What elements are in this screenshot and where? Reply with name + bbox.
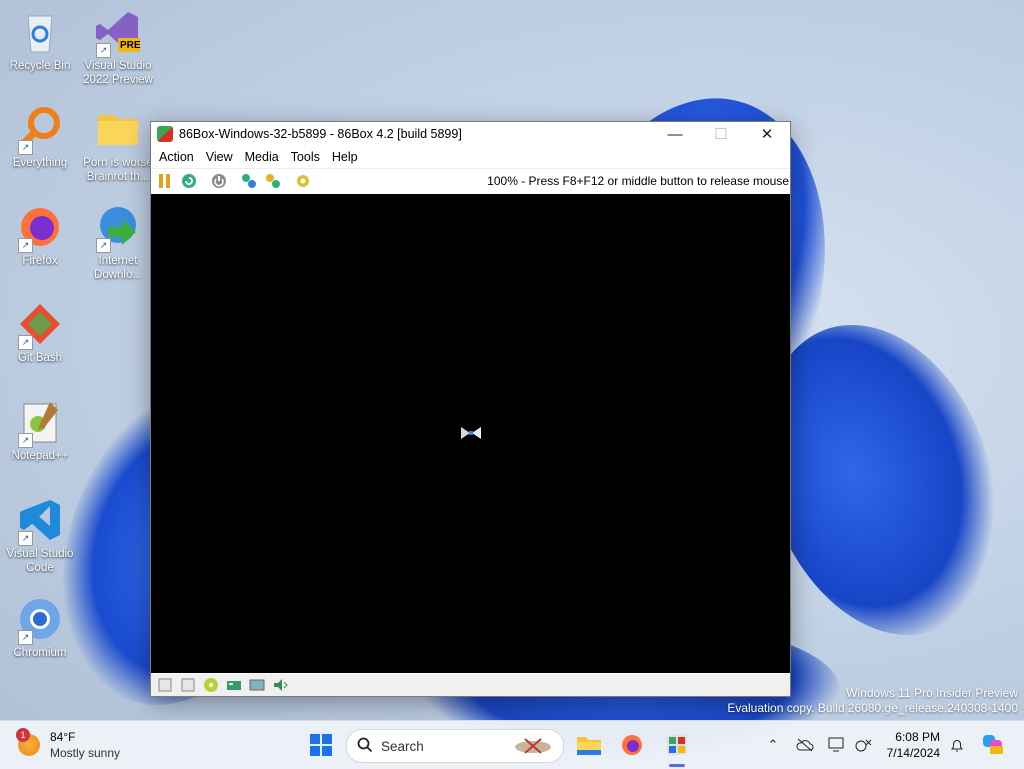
network-icon[interactable]	[852, 734, 874, 756]
shortcut-arrow-icon: ↗	[18, 433, 33, 448]
desktop-icon-visual-studio-2022-preview[interactable]: PRE ↗ Visual Studio 2022 Preview	[78, 8, 158, 87]
watermark-build: Evaluation copy. Build 26080.ge_release.…	[727, 701, 1018, 715]
toolbar: 100% - Press F8+F12 or middle button to …	[151, 168, 790, 193]
weather-condition: Mostly sunny	[50, 746, 121, 760]
desktop-icon-chromium[interactable]: ↗ Chromium	[0, 595, 80, 660]
desktop-icon-firefox[interactable]: ↗ Firefox	[0, 203, 80, 268]
watermark-edition: Windows 11 Pro Insider Preview	[846, 686, 1018, 700]
86box-window[interactable]: 86Box-Windows-32-b5899 - 86Box 4.2 [buil…	[150, 121, 791, 697]
window-title: 86Box-Windows-32-b5899 - 86Box 4.2 [buil…	[179, 127, 462, 141]
copilot-icon[interactable]	[980, 731, 1006, 757]
weather-sun-icon: 1	[16, 728, 40, 756]
active-app-indicator	[669, 764, 685, 767]
desktop-icon-label: Recycle Bin	[9, 60, 71, 72]
file-explorer-button[interactable]	[573, 729, 605, 761]
floppy-icon[interactable]	[156, 677, 174, 693]
86box-app-icon	[157, 126, 173, 142]
desktop-icon-label: Git Bash	[17, 352, 63, 364]
clock-date: 7/14/2024	[886, 746, 940, 760]
shortcut-arrow-icon: ↗	[18, 140, 33, 155]
vscode-icon: ↗	[16, 496, 64, 546]
notification-bell-icon[interactable]	[946, 734, 968, 756]
search-placeholder: Search	[381, 738, 424, 754]
weather-widget[interactable]: 1 84°F Mostly sunny	[16, 728, 121, 761]
shortcut-arrow-icon: ↗	[18, 238, 33, 253]
desktop-icon-notepad-plus-plus[interactable]: ↗ Notepad++	[0, 398, 80, 463]
desktop-icon-label: Everything	[12, 157, 68, 169]
clock-time: 6:08 PM	[895, 730, 940, 744]
chromium-icon: ↗	[16, 595, 64, 645]
ctrl-alt-del-icon[interactable]	[239, 171, 259, 191]
notepad-plus-plus-icon: ↗	[16, 398, 64, 448]
network-icon[interactable]	[248, 677, 266, 693]
weather-temperature: 84°F	[50, 730, 76, 744]
sound-icon[interactable]	[271, 677, 289, 693]
cdrom-icon[interactable]	[202, 677, 220, 693]
desktop-icon-label: Visual Studio Code	[6, 548, 74, 574]
firefox-icon: ↗	[16, 203, 64, 253]
settings-icon[interactable]	[293, 171, 313, 191]
display-icon[interactable]	[826, 734, 848, 756]
internet-download-manager-icon: ↗	[94, 203, 142, 253]
86box-taskbar-button[interactable]	[661, 729, 693, 761]
git-bash-icon: ↗	[16, 300, 64, 350]
shortcut-arrow-icon: ↗	[18, 531, 33, 546]
taskbar: 1 84°F Mostly sunny Search ⌃ 6:08 PM 7/1…	[0, 720, 1024, 769]
desktop-icon-label: Visual Studio 2022 Preview	[83, 60, 153, 86]
mouse-capture-status: 100% - Press F8+F12 or middle button to …	[487, 174, 789, 188]
desktop-icon-folder[interactable]: Porn is worse Brainrot th...	[78, 105, 158, 184]
shortcut-arrow-icon: ↗	[18, 335, 33, 350]
search-highlight-icon	[511, 735, 555, 758]
notification-badge: 1	[16, 728, 30, 742]
shortcut-arrow-icon: ↗	[96, 43, 111, 58]
visual-studio-icon: PRE ↗	[94, 8, 142, 58]
windows-logo-icon	[310, 734, 332, 756]
desktop-icon-label: Porn is worse Brainrot th...	[83, 157, 153, 183]
folder-icon	[94, 105, 142, 153]
boot-logo-icon	[460, 426, 482, 440]
close-button[interactable]: ✕	[744, 122, 790, 146]
desktop-icon-label: Internet Downlo...	[94, 255, 142, 281]
everything-search-icon: ↗	[16, 105, 64, 155]
recycle-bin-icon	[16, 8, 64, 56]
desktop-icon-label: Firefox	[22, 255, 58, 267]
maximize-button[interactable]: ☐	[698, 122, 744, 146]
menu-view[interactable]: View	[200, 150, 239, 164]
menu-help[interactable]: Help	[326, 150, 364, 164]
desktop-icon-internet-download-manager[interactable]: ↗ Internet Downlo...	[78, 203, 158, 282]
reset-icon[interactable]	[179, 171, 199, 191]
shortcut-arrow-icon: ↗	[18, 630, 33, 645]
start-button[interactable]	[305, 729, 337, 761]
floppy-icon[interactable]	[179, 677, 197, 693]
menu-bar: Action View Media Tools Help	[151, 146, 790, 168]
ctrl-alt-esc-icon[interactable]	[263, 171, 283, 191]
menu-action[interactable]: Action	[153, 150, 200, 164]
desktop-icon-label: Chromium	[13, 647, 67, 659]
firefox-taskbar-button[interactable]	[616, 729, 648, 761]
folder-icon	[577, 737, 601, 755]
window-titlebar[interactable]: 86Box-Windows-32-b5899 - 86Box 4.2 [buil…	[151, 122, 790, 146]
shortcut-arrow-icon: ↗	[96, 238, 111, 253]
minimize-button[interactable]: —	[652, 122, 698, 146]
86box-app-icon	[667, 735, 687, 755]
emulator-screen[interactable]	[151, 194, 790, 673]
desktop-icon-recycle-bin[interactable]: Recycle Bin	[0, 8, 80, 73]
desktop-icon-git-bash[interactable]: ↗ Git Bash	[0, 300, 80, 365]
desktop-icon-visual-studio-code[interactable]: ↗ Visual Studio Code	[0, 496, 80, 575]
status-bar	[151, 674, 790, 696]
taskbar-search-box[interactable]: Search	[346, 729, 564, 763]
hdd-icon[interactable]	[225, 677, 243, 693]
pre-badge: PRE	[120, 40, 141, 51]
desktop-icon-label: Notepad++	[11, 450, 69, 462]
firefox-icon	[622, 735, 642, 755]
desktop-icon-everything[interactable]: ↗ Everything	[0, 105, 80, 170]
cloud-offline-icon[interactable]	[794, 734, 816, 756]
menu-tools[interactable]: Tools	[285, 150, 326, 164]
pause-icon[interactable]	[155, 171, 175, 191]
system-clock[interactable]: 6:08 PM 7/14/2024	[880, 729, 940, 761]
menu-media[interactable]: Media	[239, 150, 285, 164]
search-icon	[357, 737, 373, 756]
show-hidden-icons-chevron-up-icon[interactable]: ⌃	[762, 734, 784, 756]
power-icon[interactable]	[209, 171, 229, 191]
